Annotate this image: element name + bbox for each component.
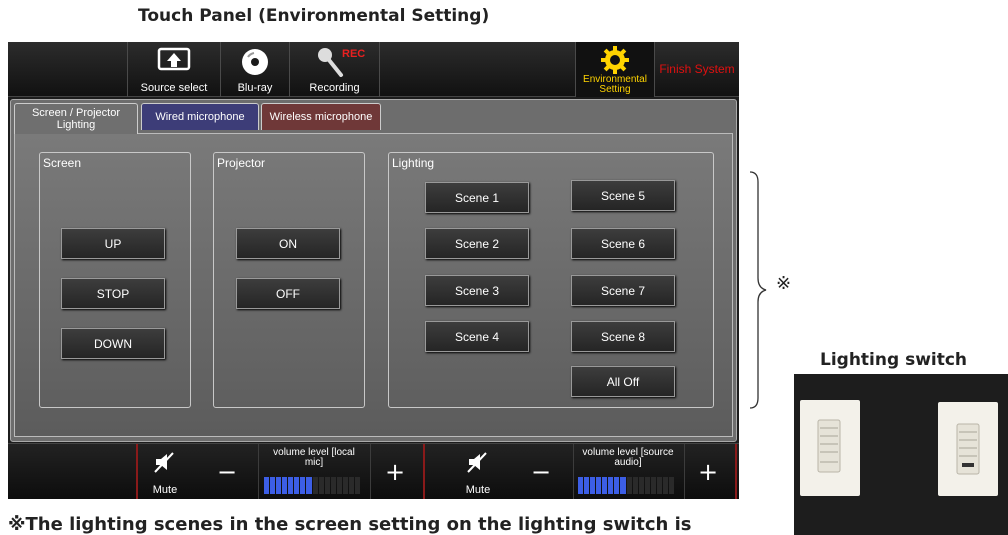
projector-off-button[interactable]: OFF [236,278,340,309]
note-mark: ※ [776,273,792,294]
screen-group-title: Screen [43,156,82,170]
meter-segment [324,477,330,494]
scene-2-button[interactable]: Scene 2 [425,228,529,259]
meter-segment [312,477,318,494]
meter-segment [282,477,288,494]
source-audio-minus-button[interactable]: − [526,458,556,486]
finish-system-label: Finish System [659,62,735,76]
meter-segment [668,477,674,494]
projector-group-title: Projector [217,156,266,170]
meter-segment [626,477,632,494]
source-select-label: Source select [140,82,208,94]
lighting-group-title: Lighting [392,156,435,170]
meter-segment [354,477,360,494]
tab-screen-projector-lighting[interactable]: Screen / Projector Lighting [14,103,138,134]
bottom-bar: Mute − volume level [local mic] + Mute −… [8,443,739,499]
source-select-icon [157,47,191,71]
bluray-label: Blu-ray [237,82,273,94]
mute-source-audio-button[interactable]: Mute [452,444,504,499]
screen-up-button[interactable]: UP [61,228,165,259]
source-audio-plus-button[interactable]: + [693,458,723,486]
meter-segment [614,477,620,494]
speaker-mute-icon [154,452,174,473]
tab-label: Screen / Projector Lighting [31,107,121,131]
meter-segment [584,477,590,494]
screen-stop-button[interactable]: STOP [61,278,165,309]
meter-segment [578,477,584,494]
mute-label: Mute [152,484,178,496]
meter-segment [590,477,596,494]
meter-segment [662,477,668,494]
gear-icon [601,46,629,74]
meter-segment [264,477,270,494]
source-select-button[interactable]: Source select [128,42,220,97]
local-mic-plus-button[interactable]: + [380,458,410,486]
meter-segment [620,477,626,494]
meter-segment [644,477,650,494]
scene-4-button[interactable]: Scene 4 [425,321,529,352]
meter-segment [270,477,276,494]
meter-segment [596,477,602,494]
scene-3-button[interactable]: Scene 3 [425,275,529,306]
meter-segment [656,477,662,494]
meter-segment [318,477,324,494]
meter-segment [348,477,354,494]
footnote: ※The lighting scenes in the screen setti… [8,514,692,535]
local-mic-minus-button[interactable]: − [212,458,242,486]
meter-segment [276,477,282,494]
rec-badge: REC [342,48,366,60]
meter-segment [638,477,644,494]
meter-segment [650,477,656,494]
environmental-setting-label: Environmental Setting [583,74,647,95]
tab-label: Wired microphone [155,111,245,123]
panel-heading: Touch Panel (Environmental Setting) [138,6,490,26]
meter-segment [602,477,608,494]
lighting-switch-photo [794,374,1008,535]
page: Touch Panel (Environmental Setting) Sour… [0,0,1008,535]
all-off-button[interactable]: All Off [571,366,675,397]
bluray-button[interactable]: Blu-ray [221,42,289,97]
meter-segment [288,477,294,494]
scene-5-button[interactable]: Scene 5 [571,180,675,211]
screen-down-button[interactable]: DOWN [61,328,165,359]
recording-button[interactable]: REC Recording [290,42,379,97]
touch-panel: Source select Blu-ray REC Recording Envi… [8,42,739,499]
scene-8-button[interactable]: Scene 8 [571,321,675,352]
right-brace [749,171,767,409]
speaker-mute-icon [467,452,487,473]
tab-label: Wireless microphone [269,111,373,123]
source-audio-volume-label: volume level [source audio] [582,447,674,468]
lighting-group: Lighting Scene 1 Scene 2 Scene 3 Scene 4… [388,152,714,408]
meter-segment [330,477,336,494]
recording-label: Recording [309,82,360,94]
tab-body: Screen UP STOP DOWN Projector ON OFF Lig… [14,133,733,437]
environmental-setting-button[interactable]: Environmental Setting [576,42,654,97]
projector-on-button[interactable]: ON [236,228,340,259]
meter-segment [306,477,312,494]
screen-group: Screen UP STOP DOWN [39,152,191,408]
source-audio-volume-meter[interactable] [578,477,674,494]
local-mic-volume-meter[interactable] [264,477,360,494]
tab-wireless-microphone[interactable]: Wireless microphone [261,103,381,130]
mute-local-mic-button[interactable]: Mute [139,444,191,499]
lighting-switch-heading: Lighting switch [820,350,968,370]
meter-segment [294,477,300,494]
meter-segment [336,477,342,494]
finish-system-button[interactable]: Finish System [655,42,739,97]
scene-1-button[interactable]: Scene 1 [425,182,529,213]
top-bar: Source select Blu-ray REC Recording Envi… [8,42,739,97]
meter-segment [632,477,638,494]
meter-segment [608,477,614,494]
tab-wired-microphone[interactable]: Wired microphone [141,103,259,130]
lighting-switch-image [794,374,1008,535]
meter-segment [342,477,348,494]
content-area: Screen / Projector Lighting Wired microp… [10,99,737,442]
meter-segment [300,477,306,494]
scene-6-button[interactable]: Scene 6 [571,228,675,259]
mute-label: Mute [465,484,491,496]
scene-7-button[interactable]: Scene 7 [571,275,675,306]
projector-group: Projector ON OFF [213,152,365,408]
disc-icon [242,49,268,75]
local-mic-volume-label: volume level [local mic] [273,447,355,468]
